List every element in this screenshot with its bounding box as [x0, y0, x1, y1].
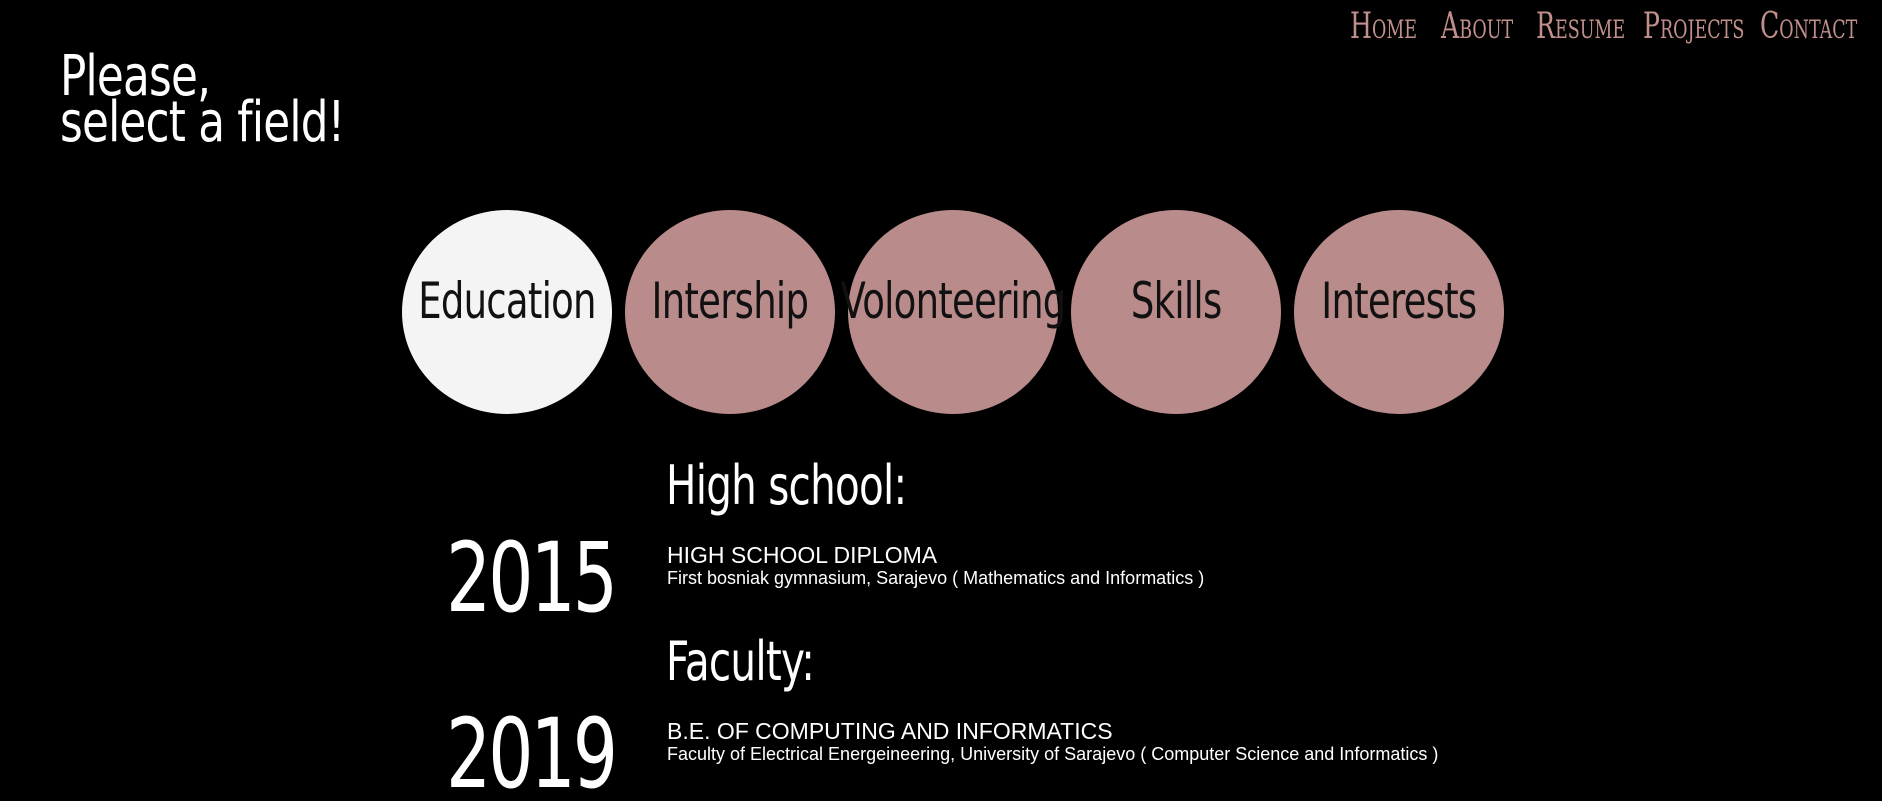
page-title-line2: select a field! — [60, 90, 345, 155]
nav-resume-link[interactable]: Resume — [1536, 6, 1625, 47]
field-education-button[interactable]: Education — [402, 210, 612, 414]
nav-contact-link[interactable]: Contact — [1760, 6, 1857, 47]
field-skills-label: Skills — [1130, 272, 1222, 330]
field-volunteering-button[interactable]: Volonteering — [840, 210, 1066, 414]
field-education-label: Education — [418, 272, 596, 330]
timeline-year-2019: 2019 — [446, 698, 618, 801]
field-skills-button[interactable]: Skills — [1071, 210, 1281, 414]
nav-home-link[interactable]: Home — [1350, 6, 1417, 47]
field-interests-label: Interests — [1321, 272, 1477, 330]
page-title: Please, select a field! — [60, 49, 345, 155]
nav-projects-link[interactable]: Projects — [1643, 6, 1744, 47]
timeline-degree-faculty: B.E. OF COMPUTING AND INFORMATICS — [667, 718, 1113, 744]
field-interests-button[interactable]: Interests — [1294, 210, 1504, 414]
field-internship-label: Intership — [651, 272, 809, 330]
resume-page: Home About Resume Projects Contact Pleas… — [0, 0, 1882, 801]
timeline-place-highschool: First bosniak gymnasium, Sarajevo ( Math… — [667, 568, 1205, 588]
timeline-place-faculty: Faculty of Electrical Energeineering, Un… — [667, 744, 1439, 764]
timeline-year-2015: 2015 — [446, 522, 618, 634]
timeline-title-highschool: High school: — [666, 454, 907, 517]
nav-about-link[interactable]: About — [1441, 6, 1513, 47]
timeline-title-faculty: Faculty: — [666, 630, 815, 693]
field-volunteering-label: Volonteering — [840, 272, 1066, 330]
field-internship-button[interactable]: Intership — [625, 210, 835, 414]
timeline-degree-highschool: HIGH SCHOOL DIPLOMA — [667, 542, 938, 568]
